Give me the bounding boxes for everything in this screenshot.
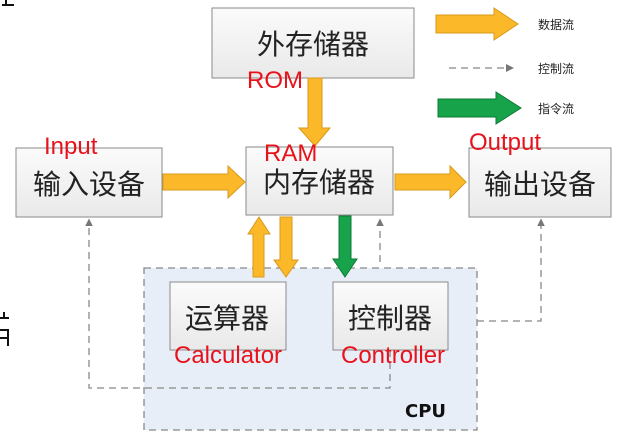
node-label: 内存储器 bbox=[263, 166, 375, 199]
annotation-calculator: Calculator bbox=[174, 342, 282, 369]
node-label: 输出设备 bbox=[484, 168, 596, 201]
cpu-label: CPU bbox=[405, 401, 446, 422]
arrow-input-to-ram bbox=[162, 164, 246, 200]
node-output-device: 输出设备 bbox=[468, 147, 612, 218]
legend-control-flow-arrowhead bbox=[506, 64, 514, 72]
arrow-rom-to-ram bbox=[297, 77, 332, 147]
node-alu: 运算器 bbox=[169, 281, 287, 351]
annotation-input: Input bbox=[44, 133, 98, 160]
legend-instruction-flow-label: 指令流 bbox=[538, 101, 574, 116]
node-label: 输入设备 bbox=[33, 168, 145, 201]
cropped-glyph-left bbox=[0, 312, 9, 346]
node-label: 运算器 bbox=[185, 302, 269, 335]
node-label: 控制器 bbox=[348, 302, 432, 335]
node-controller: 控制器 bbox=[332, 281, 449, 351]
legend-data-flow-arrow bbox=[435, 7, 519, 41]
legend-control-flow-label: 控制流 bbox=[538, 62, 574, 76]
annotation-output: Output bbox=[469, 129, 541, 156]
annotation-rom: ROM bbox=[247, 67, 303, 94]
control-flow-cpu-to-output bbox=[477, 218, 545, 322]
node-label: 外存储器 bbox=[257, 28, 369, 61]
node-external-storage: 外存储器 bbox=[211, 7, 415, 79]
computer-architecture-diagram: CPU 外存储器 输入设备 内存储器 输出设备 运算器 控制器 ROM Inpu… bbox=[0, 0, 612, 431]
legend: 数据流 控制流 指令流 bbox=[435, 7, 574, 125]
annotation-controller: Controller bbox=[341, 342, 445, 369]
annotation-ram: RAM bbox=[264, 140, 317, 167]
cropped-glyph-top bbox=[2, 0, 14, 6]
legend-data-flow-label: 数据流 bbox=[538, 17, 574, 32]
legend-instruction-flow-arrow bbox=[437, 91, 522, 125]
arrow-ram-to-output bbox=[394, 164, 467, 200]
